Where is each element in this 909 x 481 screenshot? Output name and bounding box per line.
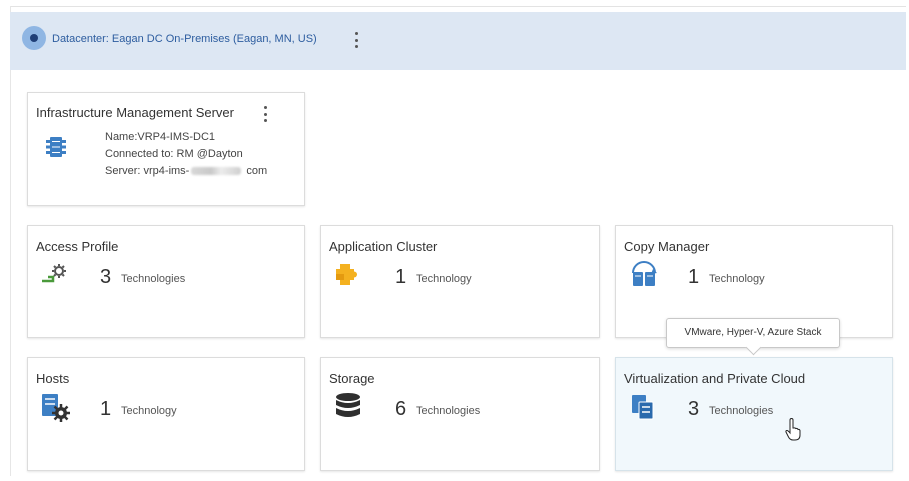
redacted-text (191, 167, 242, 176)
card-count: 1 (100, 398, 112, 420)
card-count: 1 (688, 266, 700, 288)
left-divider (10, 6, 11, 476)
top-divider (10, 6, 906, 7)
database-icon (336, 393, 360, 417)
ims-server-suffix: com (246, 165, 268, 177)
hand-pointer-icon (785, 418, 801, 441)
ims-connected-to: Connected to: RM @Dayton (105, 148, 243, 160)
card-unit: Technologies (416, 405, 481, 417)
ims-server-prefix: Server: vrp4-ims- (105, 165, 190, 177)
datacenter-menu-icon[interactable] (353, 32, 359, 48)
card-count: 3 (100, 266, 112, 288)
application-cluster-card[interactable]: Application Cluster 1 Technology (320, 225, 600, 338)
puzzle-icon (336, 264, 357, 285)
card-unit: Technologies (709, 405, 774, 417)
card-count: 6 (395, 398, 407, 420)
ims-card-title: Infrastructure Management Server (36, 105, 234, 120)
ims-server: Server: vrp4-ims- com (105, 165, 267, 177)
card-count: 1 (395, 266, 407, 288)
datacenter-status-icon (22, 26, 46, 50)
card-unit: Technology (121, 405, 177, 417)
ims-menu-icon[interactable] (262, 106, 268, 122)
datacenter-label[interactable]: Datacenter: Eagan DC On-Premises (Eagan,… (52, 33, 317, 45)
server-rack-icon (46, 137, 66, 157)
host-gear-icon (42, 394, 70, 422)
card-title: Hosts (36, 371, 70, 386)
access-profile-card[interactable]: Access Profile 3 Technologies (27, 225, 305, 338)
copy-manager-icon (632, 261, 657, 286)
virtualization-card[interactable]: Virtualization and Private Cloud 3 Techn… (615, 357, 893, 471)
virtualization-icon (632, 395, 654, 420)
card-count: 3 (688, 398, 700, 420)
card-title: Access Profile (36, 239, 119, 254)
ims-name: Name:VRP4-IMS-DC1 (105, 131, 216, 143)
hosts-card[interactable]: Hosts 1 Technology (27, 357, 305, 471)
card-title: Virtualization and Private Cloud (624, 371, 806, 386)
card-unit: Technology (416, 273, 472, 285)
card-unit: Technology (709, 273, 765, 285)
card-title: Storage (329, 371, 375, 386)
card-title: Copy Manager (624, 239, 710, 254)
storage-card[interactable]: Storage 6 Technologies (320, 357, 600, 471)
card-unit: Technologies (121, 273, 186, 285)
technologies-tooltip: VMware, Hyper-V, Azure Stack (666, 318, 840, 348)
card-title: Application Cluster (329, 239, 438, 254)
access-profile-icon (42, 264, 66, 283)
